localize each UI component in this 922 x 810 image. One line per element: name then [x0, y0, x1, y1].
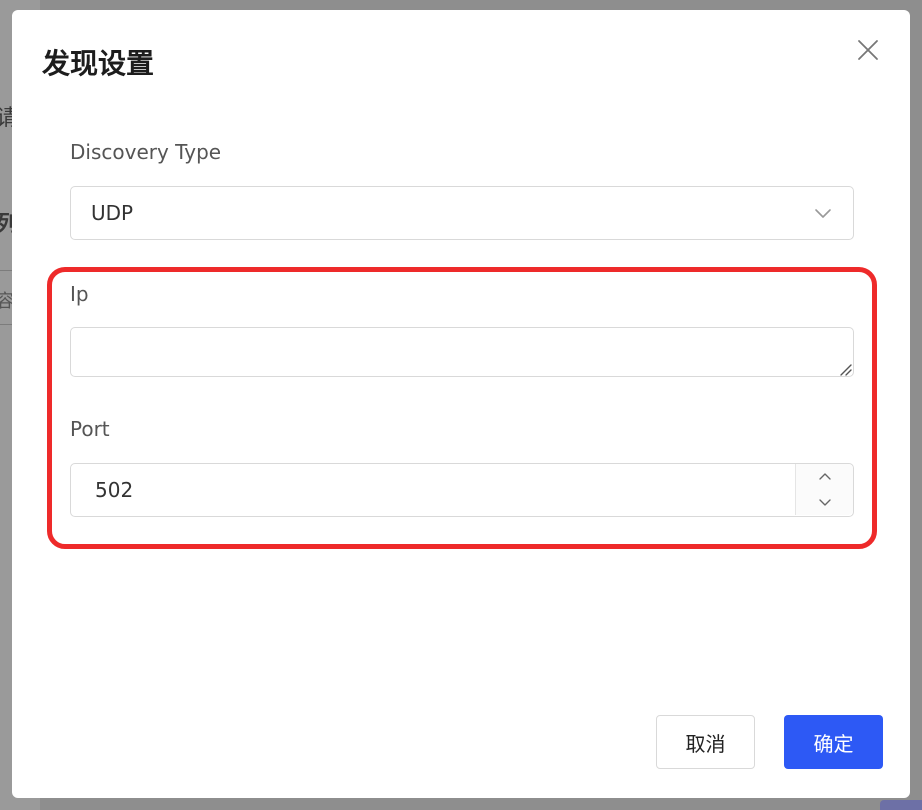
discovery-type-label: Discovery Type	[70, 140, 222, 164]
decrement-button[interactable]	[796, 489, 854, 514]
port-stepper	[795, 464, 853, 515]
increment-button[interactable]	[796, 464, 854, 489]
background-corner-element	[880, 800, 922, 810]
discovery-settings-dialog: 发现设置 Discovery Type UDP Ip Port 502 取消 确…	[12, 10, 910, 798]
close-icon[interactable]	[856, 38, 880, 62]
port-number-input	[70, 463, 854, 517]
ip-textarea[interactable]	[70, 327, 854, 377]
chevron-down-icon	[813, 203, 833, 223]
chevron-up-icon	[819, 472, 831, 480]
dialog-title: 发现设置	[42, 47, 155, 80]
port-label: Port	[70, 417, 110, 441]
cancel-button[interactable]: 取消	[656, 715, 755, 769]
port-input[interactable]	[95, 476, 775, 504]
discovery-type-value: UDP	[91, 201, 134, 225]
discovery-type-select[interactable]: UDP	[70, 186, 854, 240]
ip-label: Ip	[70, 282, 89, 306]
ok-button[interactable]: 确定	[784, 715, 883, 769]
chevron-down-icon	[819, 498, 831, 506]
